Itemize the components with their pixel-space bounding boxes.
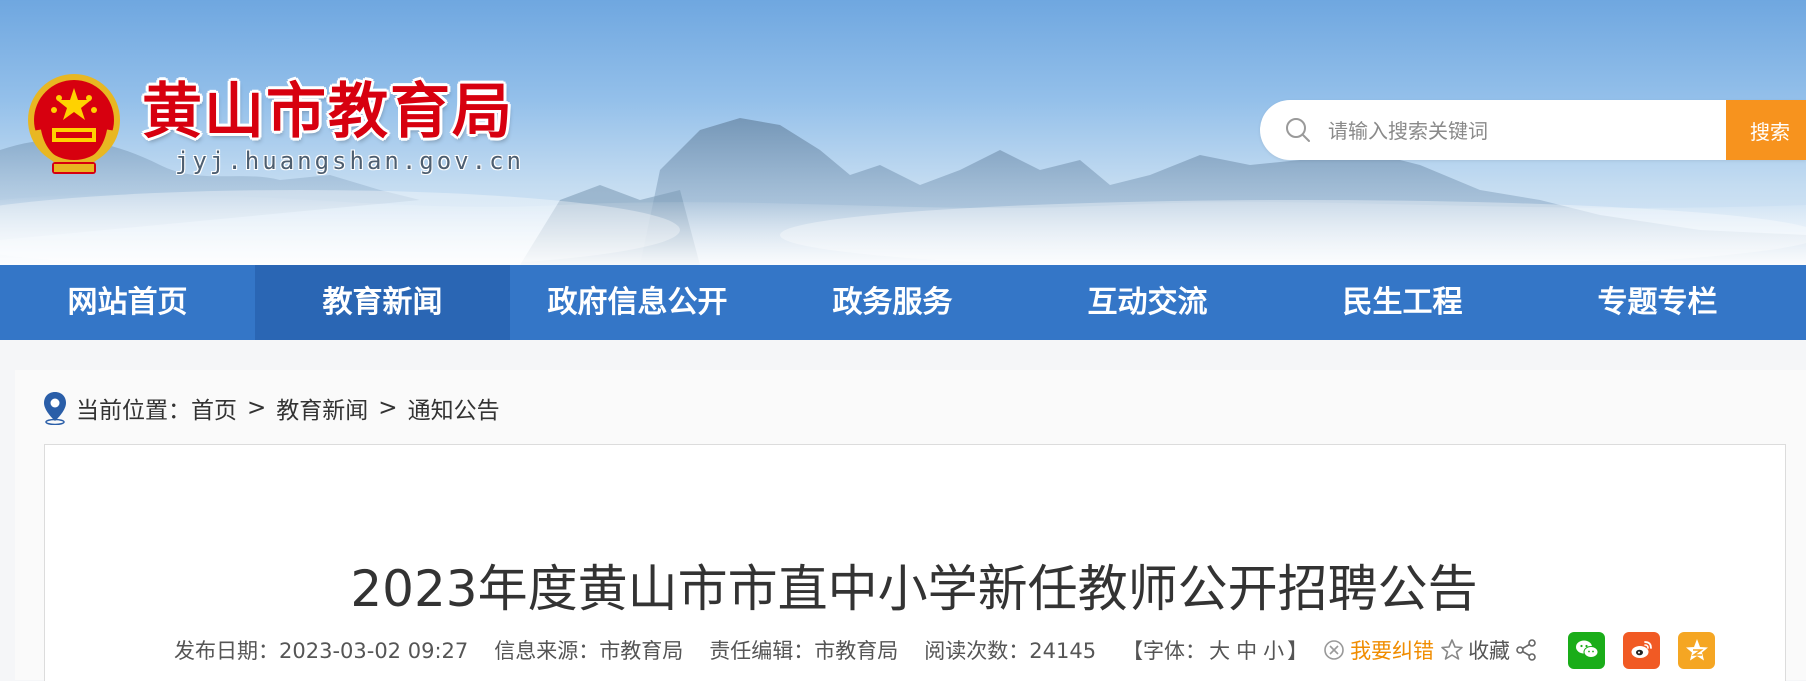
view-count: 阅读次数：24145 <box>924 639 1097 663</box>
weibo-icon <box>1631 641 1652 658</box>
favorite-link[interactable]: 收藏 <box>1440 635 1510 665</box>
share-weibo-button[interactable] <box>1623 631 1661 669</box>
nav-item-special-topics[interactable]: 专题专栏 <box>1530 265 1785 340</box>
nav-item-livelihood-projects[interactable]: 民生工程 <box>1275 265 1530 340</box>
site-domain: jyj.huangshan.gov.cn <box>175 147 524 175</box>
favorite-label: 收藏 <box>1468 639 1511 663</box>
breadcrumb-item-home[interactable]: 首页 <box>191 391 237 425</box>
nav-item-interaction[interactable]: 互动交流 <box>1020 265 1275 340</box>
wechat-icon <box>1575 640 1599 658</box>
font-label-close: 】 <box>1287 639 1309 663</box>
nav-item-gov-services[interactable]: 政务服务 <box>765 265 1020 340</box>
nav-item-education-news[interactable]: 教育新闻 <box>255 265 510 340</box>
publish-date: 发布日期：2023-03-02 09:27 <box>174 639 469 663</box>
search-button[interactable]: 搜索 <box>1726 100 1806 160</box>
report-error-label: 我要纠错 <box>1350 639 1435 663</box>
star-outline-icon <box>1441 639 1463 660</box>
site-header: 黄山市教育局 jyj.huangshan.gov.cn 搜索 <box>0 0 1806 265</box>
breadcrumb-item-education-news[interactable]: 教育新闻 <box>276 391 368 425</box>
responsible-editor: 责任编辑：市教育局 <box>709 639 899 663</box>
breadcrumb-separator: > <box>378 395 398 421</box>
site-title: 黄山市教育局 <box>142 77 514 147</box>
nav-item-home[interactable]: 网站首页 <box>0 265 255 340</box>
breadcrumb: 当前位置： 首页 > 教育新闻 > 通知公告 <box>42 390 500 426</box>
breadcrumb-item-notices[interactable]: 通知公告 <box>408 391 500 425</box>
breadcrumb-separator: > <box>247 395 267 421</box>
font-size-control: 【字体：大中小】 <box>1122 635 1308 665</box>
main-nav: 网站首页 教育新闻 政府信息公开 政务服务 互动交流 民生工程 专题专栏 <box>0 265 1806 340</box>
search-box <box>1260 100 1806 160</box>
search-icon <box>1286 118 1310 142</box>
article-meta: 发布日期：2023-03-02 09:27 信息来源：市教育局 责任编辑：市教育… <box>174 630 1716 670</box>
font-size-medium[interactable]: 中 <box>1236 639 1257 663</box>
font-size-large[interactable]: 大 <box>1209 639 1230 663</box>
article-title: 2023年度黄山市市直中小学新任教师公开招聘公告 <box>350 559 1478 618</box>
national-emblem-icon <box>28 74 120 174</box>
location-pin-icon <box>44 392 66 425</box>
qzone-star-icon <box>1685 639 1708 661</box>
font-size-small[interactable]: 小 <box>1263 639 1284 663</box>
nav-item-gov-info-disclosure[interactable]: 政府信息公开 <box>510 265 765 340</box>
share-wechat-button[interactable] <box>1568 631 1606 669</box>
search-input[interactable] <box>1326 108 1690 154</box>
report-error-link[interactable]: 我要纠错 <box>1322 635 1434 665</box>
share-qzone-button[interactable] <box>1678 631 1716 669</box>
font-label-open: 【字体： <box>1122 639 1207 663</box>
share-icon[interactable] <box>1514 638 1538 662</box>
error-x-icon <box>1324 640 1344 660</box>
breadcrumb-prefix: 当前位置： <box>76 398 191 424</box>
info-source: 信息来源：市教育局 <box>494 639 684 663</box>
